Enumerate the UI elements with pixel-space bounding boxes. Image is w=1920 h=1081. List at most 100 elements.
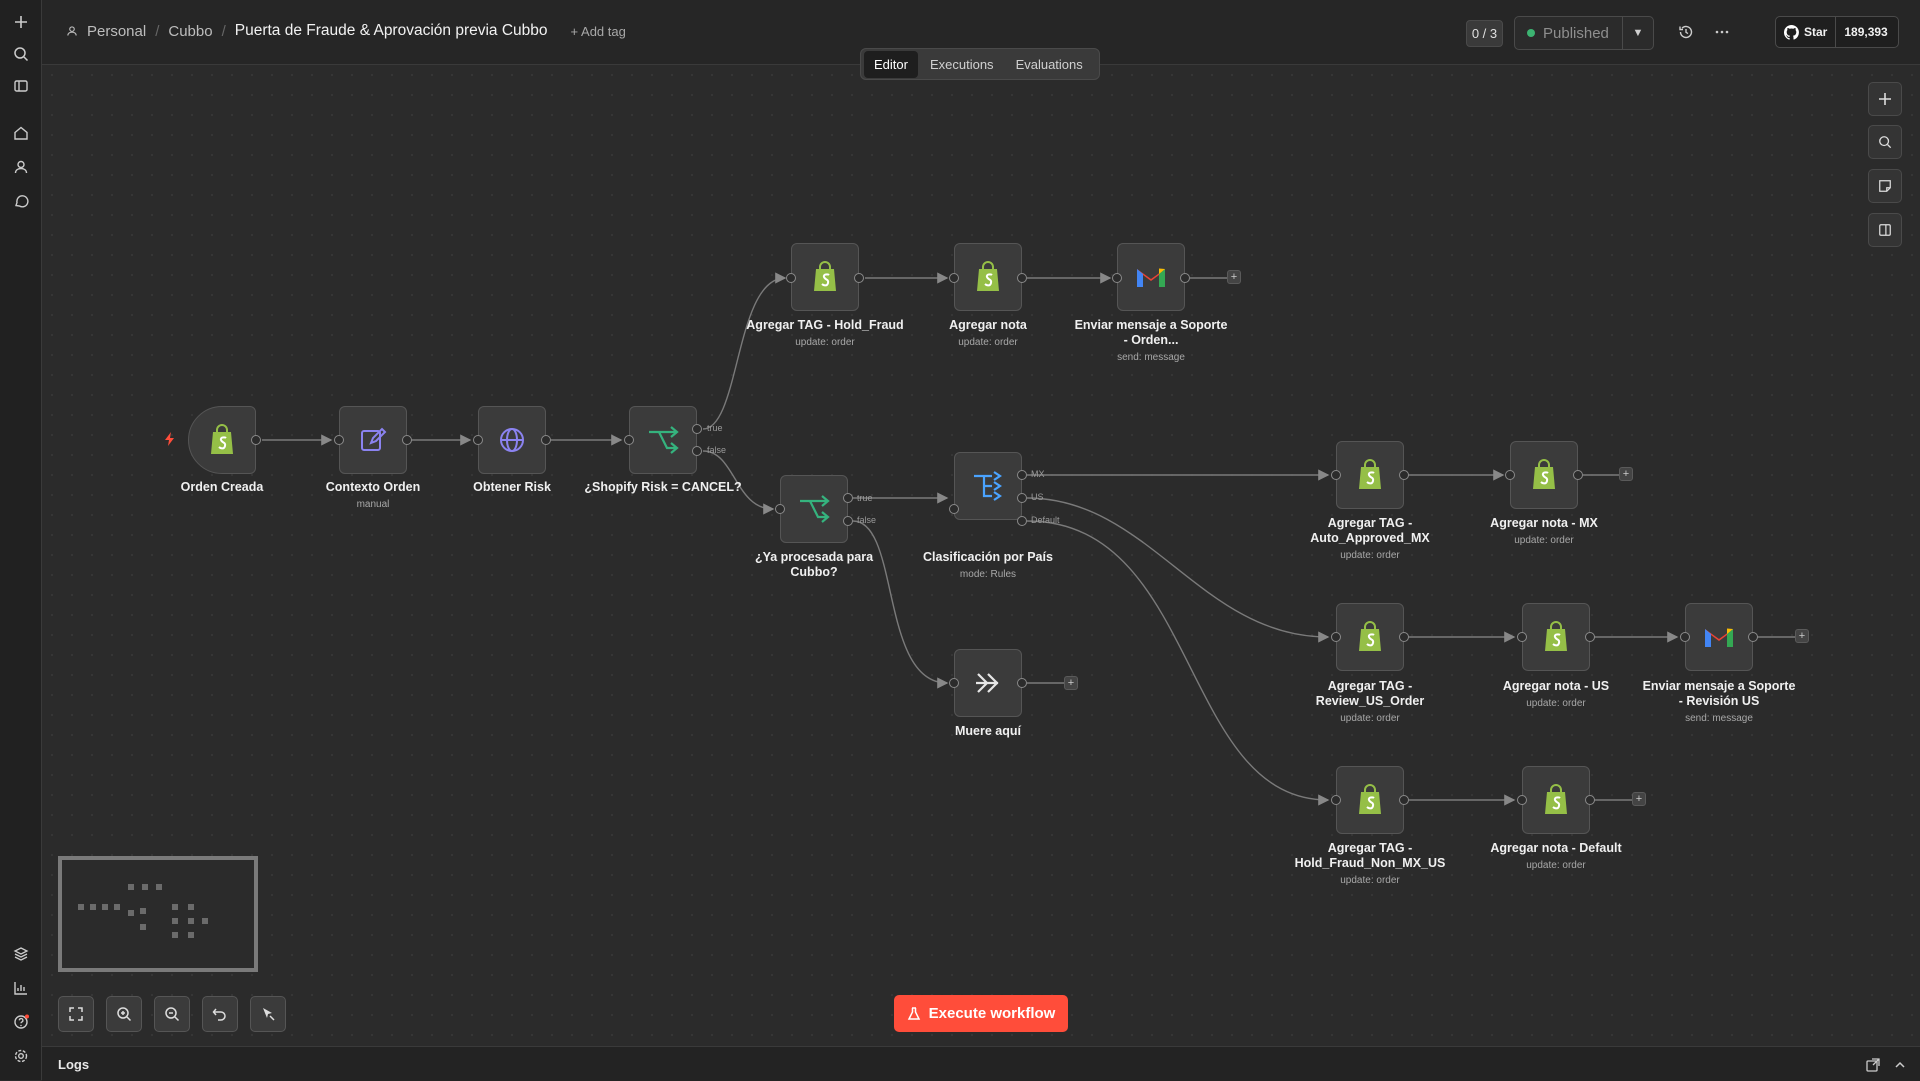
github-star-button[interactable]: Star 189,393 xyxy=(1775,16,1899,48)
published-dropdown[interactable]: Published ▼ xyxy=(1514,16,1654,50)
fit-view-button[interactable] xyxy=(58,996,94,1032)
workflow-name[interactable]: Puerta de Fraude & Aprovación previa Cub… xyxy=(235,22,548,40)
chevron-up-icon[interactable] xyxy=(1894,1059,1906,1071)
node-agregar-tag-mx[interactable] xyxy=(1336,441,1404,509)
output-handle[interactable] xyxy=(1399,632,1409,642)
output-handle[interactable] xyxy=(1573,470,1583,480)
input-handle[interactable] xyxy=(775,504,785,514)
input-handle[interactable] xyxy=(473,435,483,445)
node-agregar-tag-default[interactable] xyxy=(1336,766,1404,834)
execute-workflow-button[interactable]: Execute workflow xyxy=(894,995,1068,1032)
add-tag-button[interactable]: + Add tag xyxy=(571,24,626,39)
zoom-out-button[interactable] xyxy=(154,996,190,1032)
node-agregar-tag-hold-fraud[interactable] xyxy=(791,243,859,311)
tidy-up-button[interactable] xyxy=(250,996,286,1032)
output-handle[interactable] xyxy=(1399,470,1409,480)
input-handle[interactable] xyxy=(1331,470,1341,480)
chat-icon[interactable] xyxy=(9,189,33,213)
node-contexto-orden[interactable] xyxy=(339,406,407,474)
input-handle[interactable] xyxy=(1331,632,1341,642)
add-node-button[interactable]: + xyxy=(1064,676,1078,690)
output-handle-true[interactable] xyxy=(843,493,853,503)
output-handle-mx[interactable] xyxy=(1017,470,1027,480)
chevron-down-icon[interactable]: ▼ xyxy=(1622,17,1653,49)
breadcrumb-project[interactable]: Personal xyxy=(87,23,146,40)
search-nodes-button[interactable] xyxy=(1868,125,1902,159)
output-handle-true[interactable] xyxy=(692,424,702,434)
node-agregar-tag-us[interactable] xyxy=(1336,603,1404,671)
user-icon[interactable] xyxy=(9,155,33,179)
node-enviar-mensaje-orden[interactable] xyxy=(1117,243,1185,311)
search-icon[interactable] xyxy=(9,42,33,66)
node-obtener-risk[interactable] xyxy=(478,406,546,474)
input-handle[interactable] xyxy=(1517,632,1527,642)
home-icon[interactable] xyxy=(9,121,33,145)
breadcrumb-folder[interactable]: Cubbo xyxy=(168,23,212,40)
node-ya-procesada-cubbo[interactable] xyxy=(780,475,848,543)
input-handle[interactable] xyxy=(1505,470,1515,480)
output-handle-default[interactable] xyxy=(1017,516,1027,526)
settings-icon[interactable] xyxy=(9,1044,33,1068)
node-agregar-nota-mx[interactable] xyxy=(1510,441,1578,509)
minimap[interactable] xyxy=(58,856,258,972)
node-clasificacion-pais[interactable] xyxy=(954,452,1022,520)
add-node-button[interactable]: + xyxy=(1632,792,1646,806)
output-handle[interactable] xyxy=(1585,632,1595,642)
output-handle[interactable] xyxy=(1748,632,1758,642)
output-handle[interactable] xyxy=(1399,795,1409,805)
undo-button[interactable] xyxy=(202,996,238,1032)
input-handle[interactable] xyxy=(334,435,344,445)
add-node-button[interactable]: + xyxy=(1227,270,1241,284)
templates-icon[interactable] xyxy=(9,942,33,966)
tab-executions[interactable]: Executions xyxy=(920,51,1004,78)
add-node-panel-button[interactable] xyxy=(1868,82,1902,116)
sticky-note-button[interactable] xyxy=(1868,169,1902,203)
input-handle[interactable] xyxy=(1517,795,1527,805)
output-handle[interactable] xyxy=(402,435,412,445)
output-handle[interactable] xyxy=(1180,273,1190,283)
zoom-in-button[interactable] xyxy=(106,996,142,1032)
node-title: Agregar TAG - Auto_Approved_MX xyxy=(1310,516,1430,545)
output-handle[interactable] xyxy=(854,273,864,283)
input-handle[interactable] xyxy=(1680,632,1690,642)
more-icon[interactable] xyxy=(1710,20,1734,44)
input-handle[interactable] xyxy=(786,273,796,283)
output-handle[interactable] xyxy=(1017,273,1027,283)
help-icon[interactable] xyxy=(9,1010,33,1034)
panel-toggle-icon[interactable] xyxy=(9,74,33,98)
node-orden-creada[interactable] xyxy=(188,406,256,474)
output-handle[interactable] xyxy=(1585,795,1595,805)
output-handle[interactable] xyxy=(541,435,551,445)
input-handle[interactable] xyxy=(949,678,959,688)
node-enviar-mensaje-us[interactable] xyxy=(1685,603,1753,671)
node-shopify-risk-cancel[interactable] xyxy=(629,406,697,474)
output-handle-false[interactable] xyxy=(843,516,853,526)
node-agregar-nota[interactable] xyxy=(954,243,1022,311)
popout-icon[interactable] xyxy=(1866,1058,1880,1072)
input-handle[interactable] xyxy=(1112,273,1122,283)
evaluation-counter[interactable]: 0 / 3 xyxy=(1466,20,1503,47)
tab-editor[interactable]: Editor xyxy=(864,50,918,78)
output-handle-us[interactable] xyxy=(1017,493,1027,503)
shopify-icon xyxy=(211,424,233,454)
switch-icon xyxy=(974,471,1002,501)
output-handle[interactable] xyxy=(251,435,261,445)
tab-evaluations[interactable]: Evaluations xyxy=(1006,51,1093,78)
insights-icon[interactable] xyxy=(9,976,33,1000)
logs-panel[interactable]: Logs xyxy=(42,1046,1920,1081)
node-muere-aqui[interactable] xyxy=(954,649,1022,717)
add-node-button[interactable]: + xyxy=(1619,467,1633,481)
input-handle[interactable] xyxy=(1331,795,1341,805)
node-agregar-nota-us[interactable] xyxy=(1522,603,1590,671)
plus-icon[interactable] xyxy=(9,10,33,34)
history-icon[interactable] xyxy=(1674,20,1698,44)
input-handle[interactable] xyxy=(949,273,959,283)
shopify-icon xyxy=(814,261,836,291)
add-node-button[interactable]: + xyxy=(1795,629,1809,643)
input-handle[interactable] xyxy=(624,435,634,445)
input-handle[interactable] xyxy=(949,504,959,514)
output-handle[interactable] xyxy=(1017,678,1027,688)
side-panel-button[interactable] xyxy=(1868,213,1902,247)
output-handle-false[interactable] xyxy=(692,446,702,456)
node-agregar-nota-default[interactable] xyxy=(1522,766,1590,834)
